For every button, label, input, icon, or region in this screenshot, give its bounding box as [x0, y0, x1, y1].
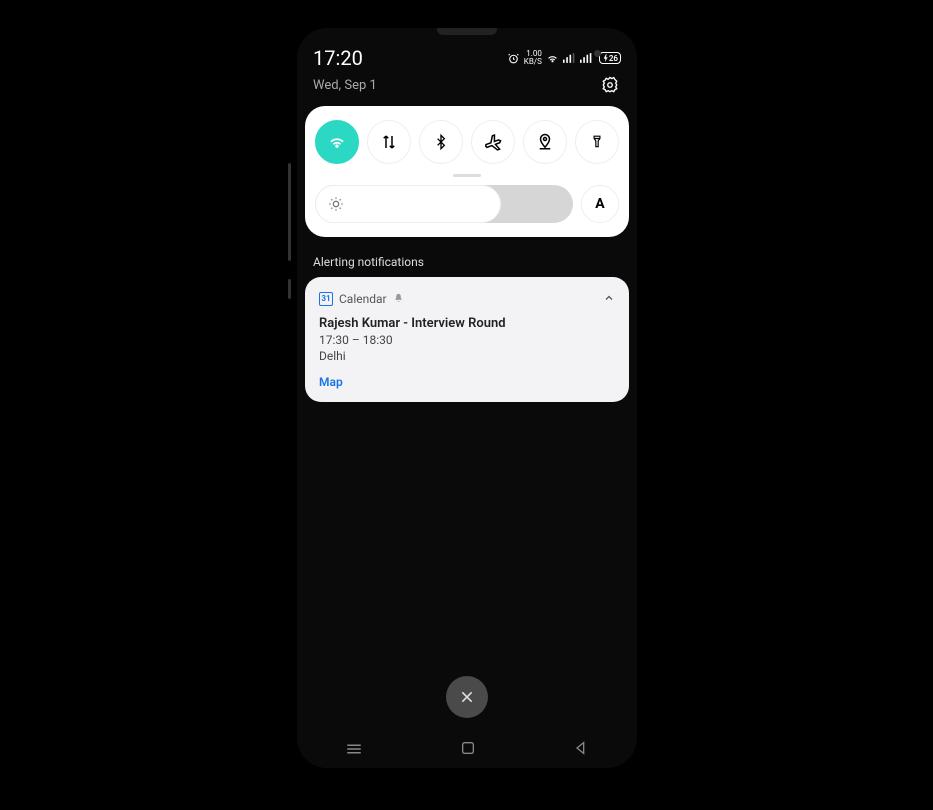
clock: 17:20 — [313, 46, 363, 70]
airplane-mode-toggle[interactable] — [471, 120, 515, 164]
brightness-fill — [315, 185, 501, 223]
brightness-icon — [328, 196, 344, 212]
navigation-bar — [297, 732, 637, 768]
notification-card[interactable]: 31 Calendar Rajesh Kumar - Interview Rou… — [305, 277, 629, 402]
scroll-hint — [288, 163, 291, 261]
date-text: Wed, Sep 1 — [313, 78, 377, 93]
phone-notch — [437, 28, 497, 35]
quick-settings-panel: A — [305, 106, 629, 237]
back-button[interactable] — [573, 740, 589, 760]
location-pin-icon — [536, 133, 554, 151]
alerting-notifications-header: Alerting notifications — [297, 237, 637, 277]
back-icon — [573, 740, 589, 756]
clear-notifications-button[interactable] — [446, 676, 488, 718]
auto-brightness-label: A — [595, 196, 604, 212]
bell-icon — [393, 293, 404, 304]
alarm-icon — [507, 52, 520, 65]
map-action-button[interactable]: Map — [319, 375, 343, 389]
close-icon — [459, 689, 475, 705]
gear-icon — [601, 76, 619, 94]
location-toggle[interactable] — [523, 120, 567, 164]
calendar-app-icon: 31 — [319, 292, 333, 306]
calendar-icon-day: 31 — [321, 294, 330, 303]
bluetooth-toggle[interactable] — [419, 120, 463, 164]
flashlight-toggle[interactable] — [575, 120, 619, 164]
mobile-data-toggle[interactable] — [367, 120, 411, 164]
speed-unit: KB/S — [524, 58, 542, 66]
flashlight-icon — [590, 133, 604, 151]
notification-location: Delhi — [319, 349, 615, 363]
network-speed: 1.00 KB/S — [524, 50, 542, 66]
bluetooth-icon — [433, 133, 449, 151]
signal-2-icon — [580, 52, 593, 64]
recents-icon — [345, 742, 363, 756]
home-button[interactable] — [460, 740, 476, 760]
collapse-button[interactable] — [603, 289, 615, 308]
brightness-slider[interactable] — [315, 185, 573, 223]
home-icon — [460, 740, 476, 756]
signal-1-icon — [563, 52, 576, 64]
qs-expand-handle[interactable] — [453, 174, 481, 177]
chevron-up-icon — [603, 292, 615, 304]
status-icons: 1.00 KB/S 26 — [507, 50, 621, 66]
battery-percent: 26 — [609, 54, 618, 63]
settings-button[interactable] — [599, 74, 621, 96]
recents-button[interactable] — [345, 741, 363, 760]
wifi-icon — [327, 132, 347, 152]
airplane-icon — [484, 133, 502, 151]
front-camera-dot — [594, 50, 601, 57]
wifi-icon — [546, 52, 559, 65]
data-arrows-icon — [380, 133, 398, 151]
phone-screen: 17:20 1.00 KB/S 26 Wed, Sep 1 — [297, 28, 637, 768]
brightness-row: A — [315, 185, 619, 223]
battery-indicator: 26 — [599, 52, 621, 64]
notification-time: 17:30 – 18:30 — [319, 333, 615, 347]
notification-app-name: Calendar — [339, 292, 387, 306]
notification-header: 31 Calendar — [319, 289, 615, 308]
date-row: Wed, Sep 1 — [297, 72, 637, 106]
scroll-hint — [288, 279, 291, 299]
auto-brightness-toggle[interactable]: A — [581, 185, 619, 223]
wifi-toggle[interactable] — [315, 120, 359, 164]
notification-title: Rajesh Kumar - Interview Round — [319, 316, 615, 331]
quick-settings-row — [315, 120, 619, 164]
